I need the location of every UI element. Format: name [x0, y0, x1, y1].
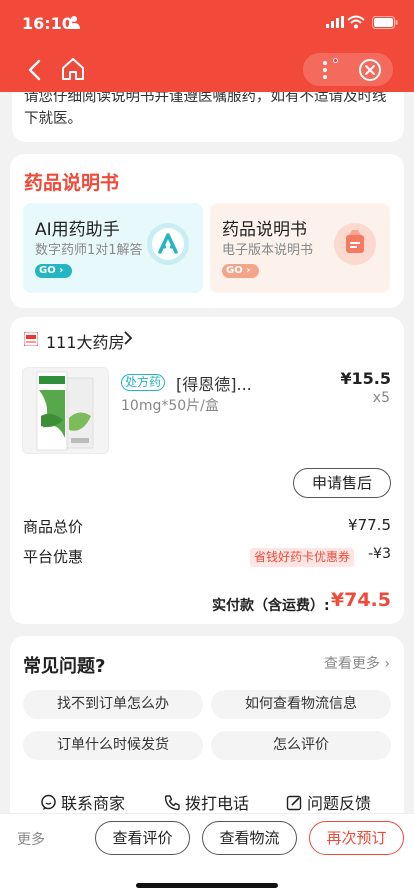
close-icon[interactable] — [358, 58, 382, 82]
ai-assistant-icon — [147, 223, 189, 265]
discount-label: 平台优惠 — [23, 548, 84, 566]
home-icon[interactable] — [60, 56, 86, 82]
more-dots-icon[interactable] — [321, 59, 329, 81]
product-spec: 10mg*50片/盒 — [121, 398, 219, 414]
contact-merchant-label: 联系商家 — [61, 794, 126, 813]
feedback-button[interactable]: 问题反馈 — [286, 790, 371, 814]
notice-text: 请您仔细阅读说明书并谨遵医嘱服药，如有不适请及时线下就医。 — [24, 89, 387, 127]
faq-question[interactable]: 找不到订单怎么办 — [23, 690, 203, 719]
chat-bubble-icon — [41, 794, 56, 810]
faq-question[interactable]: 订单什么时候发货 — [23, 731, 203, 760]
faq-more-label: 查看更多 — [323, 656, 380, 672]
feedback-label: 问题反馈 — [307, 794, 372, 813]
person-icon — [68, 16, 80, 29]
after-sale-button[interactable]: 申请售后 — [293, 468, 391, 498]
ai-assistant-tile[interactable]: AI用药助手 数字药师1对1解答 GO › — [23, 203, 203, 293]
discount-value: -¥3 — [368, 546, 391, 562]
go-label: GO — [39, 265, 56, 276]
instructions-title: 药品说明书 — [24, 172, 120, 194]
notification-dot — [333, 58, 338, 63]
doc-tile-subtitle: 电子版本说明书 — [222, 243, 314, 258]
instructions-card: 药品说明书 AI用药助手 数字药师1对1解答 GO › 药品说明书 电子版本说明… — [10, 154, 404, 308]
status-bar: 16:10 — [0, 0, 414, 46]
call-phone-button[interactable]: 拨打电话 — [164, 790, 249, 814]
faq-question[interactable]: 如何查看物流信息 — [211, 690, 391, 719]
header-bar: 16:10 — [0, 0, 414, 92]
product-quantity: x5 — [372, 390, 390, 406]
mini-program-capsule — [303, 53, 393, 86]
product-price: ¥15.5 — [340, 369, 391, 388]
faq-card: 常见问题? 查看更多 › 找不到订单怎么办 如何查看物流信息 订单什么时候发货 … — [10, 636, 404, 836]
status-time: 16:10 — [22, 14, 73, 33]
faq-more-link[interactable]: 查看更多 › — [324, 653, 390, 673]
contact-merchant-button[interactable]: 联系商家 — [40, 790, 125, 814]
signal-icon — [326, 16, 344, 28]
instructions-tile[interactable]: 药品说明书 电子版本说明书 GO › — [210, 203, 390, 293]
faq-question[interactable]: 怎么评价 — [211, 731, 391, 760]
go-label: GO — [226, 265, 243, 276]
product-name[interactable]: [得恩德]... — [176, 371, 252, 395]
ai-tile-title: AI用药助手 — [35, 220, 120, 240]
back-icon[interactable] — [24, 58, 46, 82]
home-indicator — [136, 883, 278, 888]
chevron-right-icon[interactable] — [123, 330, 133, 346]
call-phone-label: 拨打电话 — [185, 794, 250, 813]
more-menu[interactable]: 更多 — [17, 829, 45, 849]
ai-tile-subtitle: 数字药师1对1解答 — [35, 243, 143, 258]
discount-coupon-tag: 省钱好药卡优惠券 — [250, 548, 355, 567]
view-logistics-button[interactable]: 查看物流 — [202, 821, 297, 855]
prescription-badge: 处方药 — [121, 374, 166, 391]
edit-icon — [286, 795, 302, 810]
battery-icon — [372, 16, 398, 29]
view-review-button[interactable]: 查看评价 — [95, 821, 190, 855]
product-image[interactable] — [22, 367, 109, 454]
total-label: 商品总价 — [23, 518, 84, 536]
faq-title: 常见问题? — [23, 656, 106, 677]
paid-label: 实付款（含运费）: — [212, 598, 330, 614]
wifi-icon — [347, 15, 365, 29]
bottom-action-bar: 更多 查看评价 查看物流 再次预订 — [0, 813, 414, 896]
phone-icon — [164, 794, 180, 810]
reorder-button[interactable]: 再次预订 — [309, 821, 404, 855]
doc-tile-title: 药品说明书 — [222, 220, 307, 240]
order-card: 111大药房 处方药 [得恩德]... 10mg*50片/盒 ¥15.5 x5 … — [10, 317, 404, 624]
ai-go-button[interactable]: GO › — [35, 264, 72, 278]
total-value: ¥77.5 — [348, 516, 391, 534]
store-logo-icon — [24, 332, 38, 346]
doc-go-button[interactable]: GO › — [222, 264, 259, 278]
document-icon — [334, 223, 376, 265]
paid-value: ¥74.5 — [330, 589, 391, 611]
store-name[interactable]: 111大药房 — [46, 329, 125, 353]
